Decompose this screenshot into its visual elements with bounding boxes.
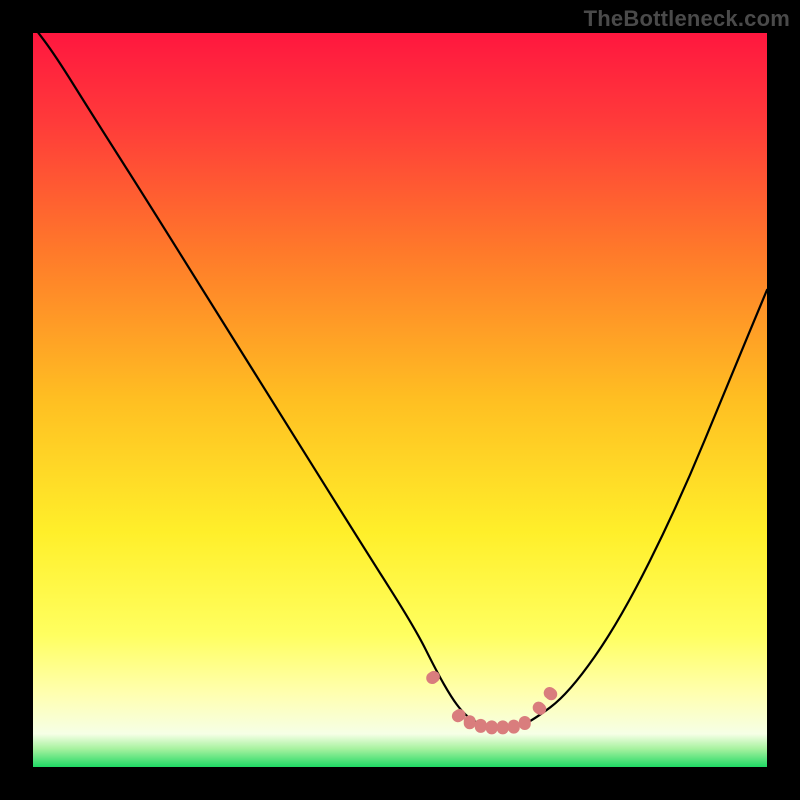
marker-dot <box>497 720 509 734</box>
plot-area <box>33 33 767 767</box>
gradient-bg <box>33 33 767 767</box>
watermark-text: TheBottleneck.com <box>584 6 790 32</box>
marker-dot <box>486 720 498 734</box>
marker-dot <box>475 719 487 733</box>
plot-svg <box>33 33 767 767</box>
marker-dot <box>519 716 531 730</box>
marker-dot <box>464 715 476 729</box>
chart-frame: TheBottleneck.com <box>0 0 800 800</box>
marker-dot <box>508 720 520 734</box>
